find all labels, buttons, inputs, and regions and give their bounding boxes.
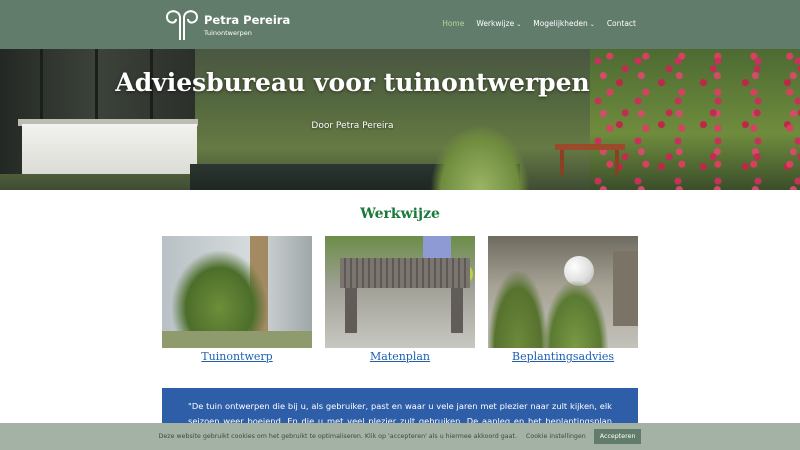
site-name[interactable]: Petra Pereira <box>204 13 290 27</box>
cookie-bar: Deze website gebruikt cookies om het geb… <box>0 423 800 450</box>
hero-subtitle: Door Petra Pereira <box>311 121 394 131</box>
card-image[interactable] <box>325 236 475 348</box>
nav-item-label: Contact <box>606 19 636 28</box>
hero-title: Adviesbureau voor tuinontwerpen <box>115 68 590 97</box>
main-nav: Home Werkwijze ⌄ Mogelijkheden ⌄ Contact <box>442 19 636 28</box>
card-matenplan: Matenplan <box>325 236 475 363</box>
card-image[interactable] <box>488 236 638 348</box>
site-tagline: Tuinontwerpen <box>204 29 252 37</box>
nav-item-contact[interactable]: Contact <box>607 19 636 28</box>
hero-banner: Adviesbureau voor tuinontwerpen Door Pet… <box>0 49 800 190</box>
section-title: Werkwijze <box>360 206 440 222</box>
cookie-message: Deze website gebruikt cookies om het geb… <box>158 433 517 440</box>
logo-icon[interactable] <box>164 8 198 42</box>
accept-cookies-button[interactable]: Accepteren <box>593 429 642 444</box>
cookie-settings-link[interactable]: Cookie instellingen <box>526 433 586 440</box>
nav-item-home[interactable]: Home <box>442 19 464 28</box>
nav-item-werkwijze[interactable]: Werkwijze ⌄ <box>476 19 521 28</box>
nav-item-label: Werkwijze <box>476 19 515 28</box>
nav-item-label: Home <box>442 19 465 28</box>
card-link-matenplan[interactable]: Matenplan <box>325 350 475 363</box>
hero-wall <box>22 124 197 174</box>
card-tuinontwerp: Tuinontwerp <box>162 236 312 363</box>
nav-item-mogelijkheden[interactable]: Mogelijkheden ⌄ <box>533 19 595 28</box>
card-image[interactable] <box>162 236 312 348</box>
card-link-beplantingsadvies[interactable]: Beplantingsadvies <box>488 350 638 363</box>
site-header: Petra Pereira Tuinontwerpen Home Werkwij… <box>0 0 800 49</box>
nav-item-label: Mogelijkheden <box>533 19 588 28</box>
card-link-tuinontwerp[interactable]: Tuinontwerp <box>162 350 312 363</box>
card-beplantingsadvies: Beplantingsadvies <box>488 236 638 363</box>
chevron-down-icon: ⌄ <box>589 21 595 28</box>
chevron-down-icon: ⌄ <box>516 21 522 28</box>
